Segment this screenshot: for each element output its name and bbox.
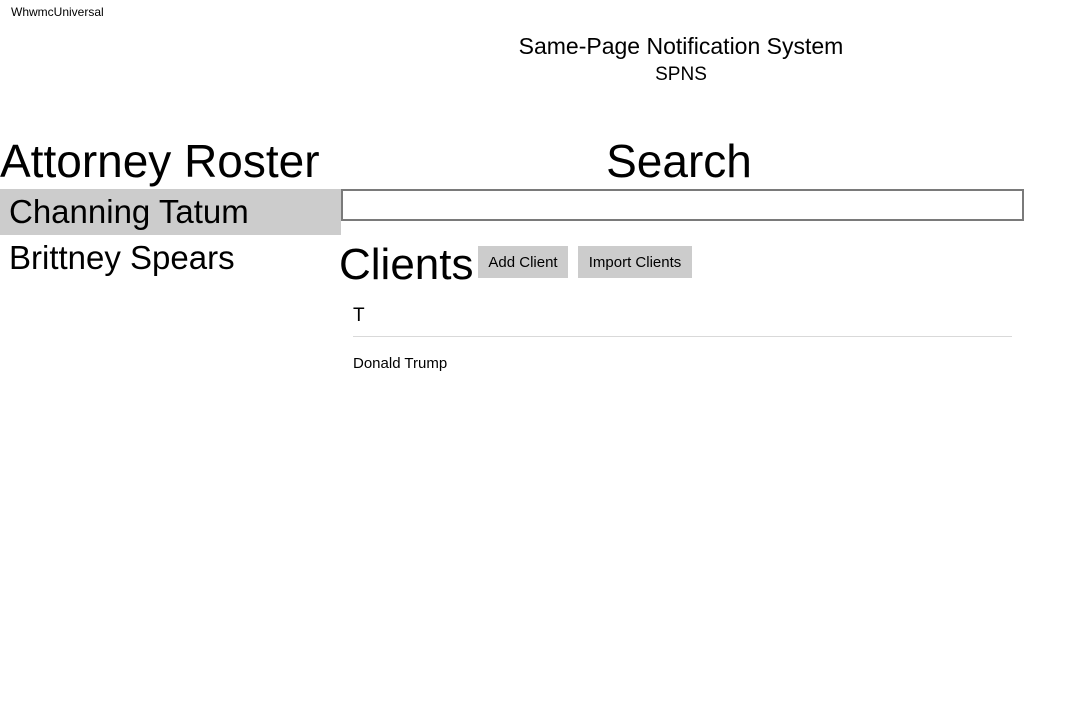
add-client-button[interactable]: Add Client <box>478 246 568 278</box>
app-title: WhwmcUniversal <box>11 5 104 19</box>
roster-item-brittney-spears[interactable]: Brittney Spears <box>0 235 341 281</box>
header-subtitle: SPNS <box>655 64 707 85</box>
app-window: WhwmcUniversal Same-Page Notification Sy… <box>0 0 1085 723</box>
roster-heading: Attorney Roster <box>0 135 320 187</box>
client-item-donald-trump[interactable]: Donald Trump <box>353 352 1012 376</box>
import-clients-button[interactable]: Import Clients <box>578 246 692 278</box>
search-input[interactable] <box>341 189 1024 221</box>
roster-item-channing-tatum[interactable]: Channing Tatum <box>0 189 341 235</box>
header-title: Same-Page Notification System <box>518 33 844 59</box>
search-heading: Search <box>606 135 752 187</box>
client-list: Donald Trump <box>353 352 1012 376</box>
clients-heading: Clients <box>339 240 474 289</box>
group-letter: T <box>353 305 365 326</box>
client-group-header: T <box>353 305 1012 337</box>
attorney-roster-list: Channing Tatum Brittney Spears <box>0 189 341 281</box>
